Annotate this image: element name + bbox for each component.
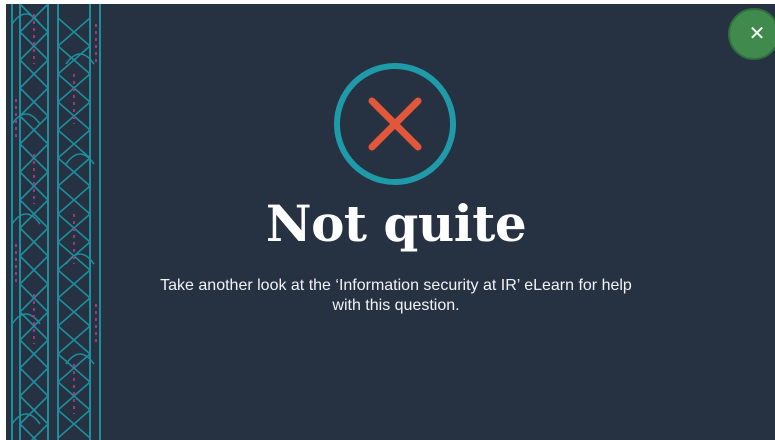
close-icon: ✕ <box>748 21 766 45</box>
feedback-modal: ✕ Not quite Take another look at the ‘In… <box>6 4 775 440</box>
feedback-message: Take another look at the ‘Information se… <box>160 277 632 314</box>
incorrect-x-icon <box>334 63 456 185</box>
feedback-title: Not quite <box>265 194 527 253</box>
decorative-braid-pattern <box>11 4 101 440</box>
close-button[interactable]: ✕ <box>728 8 775 60</box>
